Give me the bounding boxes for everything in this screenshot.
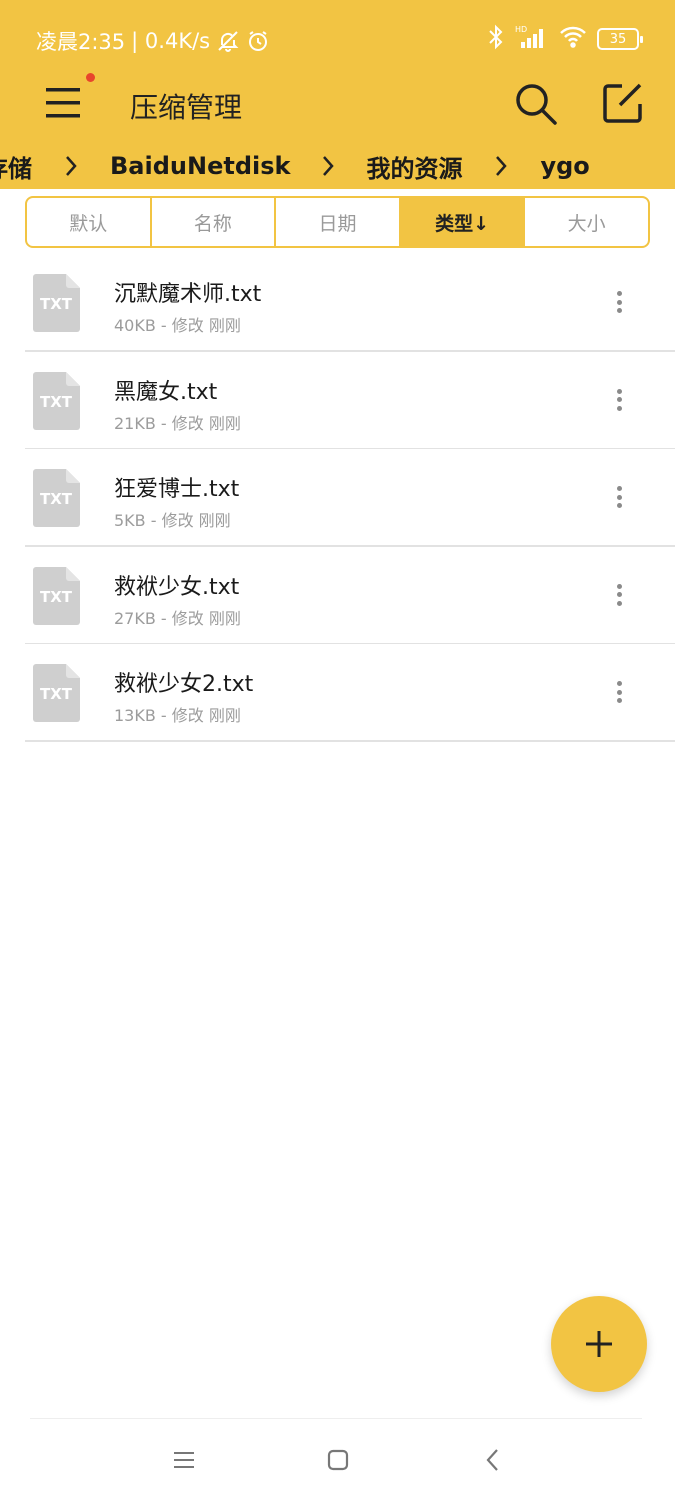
breadcrumb-item-baidunetdisk[interactable]: BaiduNetdisk (110, 152, 290, 180)
status-time: 凌晨2:35 (36, 30, 126, 54)
recent-apps-button[interactable] (172, 1448, 198, 1472)
txt-file-icon: TXT (33, 274, 80, 332)
plus-icon (586, 1331, 612, 1357)
more-options-icon[interactable] (607, 481, 631, 513)
file-meta: 27KB - 修改 刚刚 (114, 608, 241, 628)
add-button[interactable] (551, 1296, 647, 1392)
hd-signal-icon: HD (515, 24, 549, 54)
bluetooth-icon (487, 24, 505, 54)
network-speed: | 0.4K/s (131, 29, 211, 53)
menu-button[interactable] (44, 86, 84, 120)
txt-file-icon: TXT (33, 566, 80, 625)
chevron-right-icon (32, 155, 110, 177)
file-name: 救袱少女.txt (114, 574, 240, 600)
sort-tab-type[interactable]: 类型↓ (400, 198, 526, 246)
alarm-icon (246, 29, 270, 53)
mute-bell-icon (216, 29, 240, 53)
list-item[interactable]: TXT 救袱少女.txt 27KB - 修改 刚刚 (0, 547, 675, 645)
breadcrumb: 存储 BaiduNetdisk 我的资源 ygo (0, 146, 675, 186)
file-meta: 40KB - 修改 刚刚 (114, 316, 241, 335)
search-icon (516, 84, 557, 125)
file-meta: 5KB - 修改 刚刚 (114, 511, 231, 530)
file-list: TXT 沉默魔术师.txt 40KB - 修改 刚刚 TXT 黑魔女.txt 2… (0, 254, 675, 742)
app-header: 凌晨2:35 | 0.4K/s HD 35 压缩管理 储 BaiduNetdis… (0, 0, 675, 189)
list-item[interactable]: TXT 狂爱博士.txt 5KB - 修改 刚刚 (0, 449, 675, 547)
more-options-icon[interactable] (607, 579, 631, 611)
more-options-icon[interactable] (607, 384, 631, 416)
breadcrumb-item-my-resources[interactable]: 我的资源 (366, 149, 462, 184)
search-button[interactable] (514, 82, 558, 126)
square-icon (327, 1449, 349, 1471)
sort-tab-date[interactable]: 日期 (276, 198, 401, 246)
breadcrumb-item-ygo[interactable]: ygo (540, 152, 589, 180)
home-button[interactable] (326, 1448, 350, 1472)
sort-tab-default[interactable]: 默认 (27, 198, 152, 246)
nav-divider (30, 1418, 642, 1419)
back-button[interactable] (482, 1446, 504, 1474)
list-item[interactable]: TXT 救袱少女2.txt 13KB - 修改 刚刚 (0, 644, 675, 742)
sort-tab-size[interactable]: 大小 (525, 198, 648, 246)
chevron-right-icon (462, 155, 540, 177)
hamburger-icon (46, 88, 80, 118)
chevron-left-icon (486, 1449, 498, 1471)
file-name: 救袱少女2.txt (114, 672, 254, 697)
txt-file-icon: TXT (33, 664, 80, 722)
file-name: 狂爱博士.txt (114, 477, 240, 502)
file-name: 沉默魔术师.txt (114, 282, 262, 307)
status-right: HD 35 (487, 24, 643, 54)
file-meta: 13KB - 修改 刚刚 (114, 706, 241, 725)
sort-tab-name[interactable]: 名称 (152, 198, 277, 246)
status-bar: 凌晨2:35 | 0.4K/s HD 35 (0, 0, 675, 78)
txt-file-icon: TXT (33, 469, 80, 527)
file-type-label: TXT (40, 295, 73, 313)
svg-text:HD: HD (515, 25, 527, 34)
edit-icon (603, 83, 642, 123)
status-left: 凌晨2:35 | 0.4K/s (36, 26, 270, 56)
list-item[interactable]: TXT 黑魔女.txt 21KB - 修改 刚刚 (0, 352, 675, 450)
txt-file-icon: TXT (33, 371, 80, 430)
battery-icon: 35 (597, 28, 643, 50)
page-title: 压缩管理 (130, 91, 243, 124)
file-name: 黑魔女.txt (114, 379, 218, 405)
file-type-label: TXT (40, 490, 73, 508)
menu-lines-icon (174, 1452, 194, 1468)
notification-dot (86, 73, 95, 82)
breadcrumb-item-storage[interactable]: 存储 (0, 149, 32, 184)
edit-button[interactable] (602, 82, 644, 124)
file-type-label: TXT (40, 393, 73, 411)
battery-level: 35 (609, 31, 627, 47)
chevron-right-icon (290, 155, 366, 177)
more-options-icon[interactable] (607, 676, 631, 708)
list-item[interactable]: TXT 沉默魔术师.txt 40KB - 修改 刚刚 (0, 254, 675, 352)
file-type-label: TXT (40, 588, 73, 606)
wifi-icon (559, 25, 587, 53)
sort-tabs: 默认 名称 日期 类型↓ 大小 (25, 196, 650, 248)
more-options-icon[interactable] (607, 286, 631, 318)
file-type-label: TXT (40, 685, 73, 703)
file-meta: 21KB - 修改 刚刚 (114, 413, 241, 433)
